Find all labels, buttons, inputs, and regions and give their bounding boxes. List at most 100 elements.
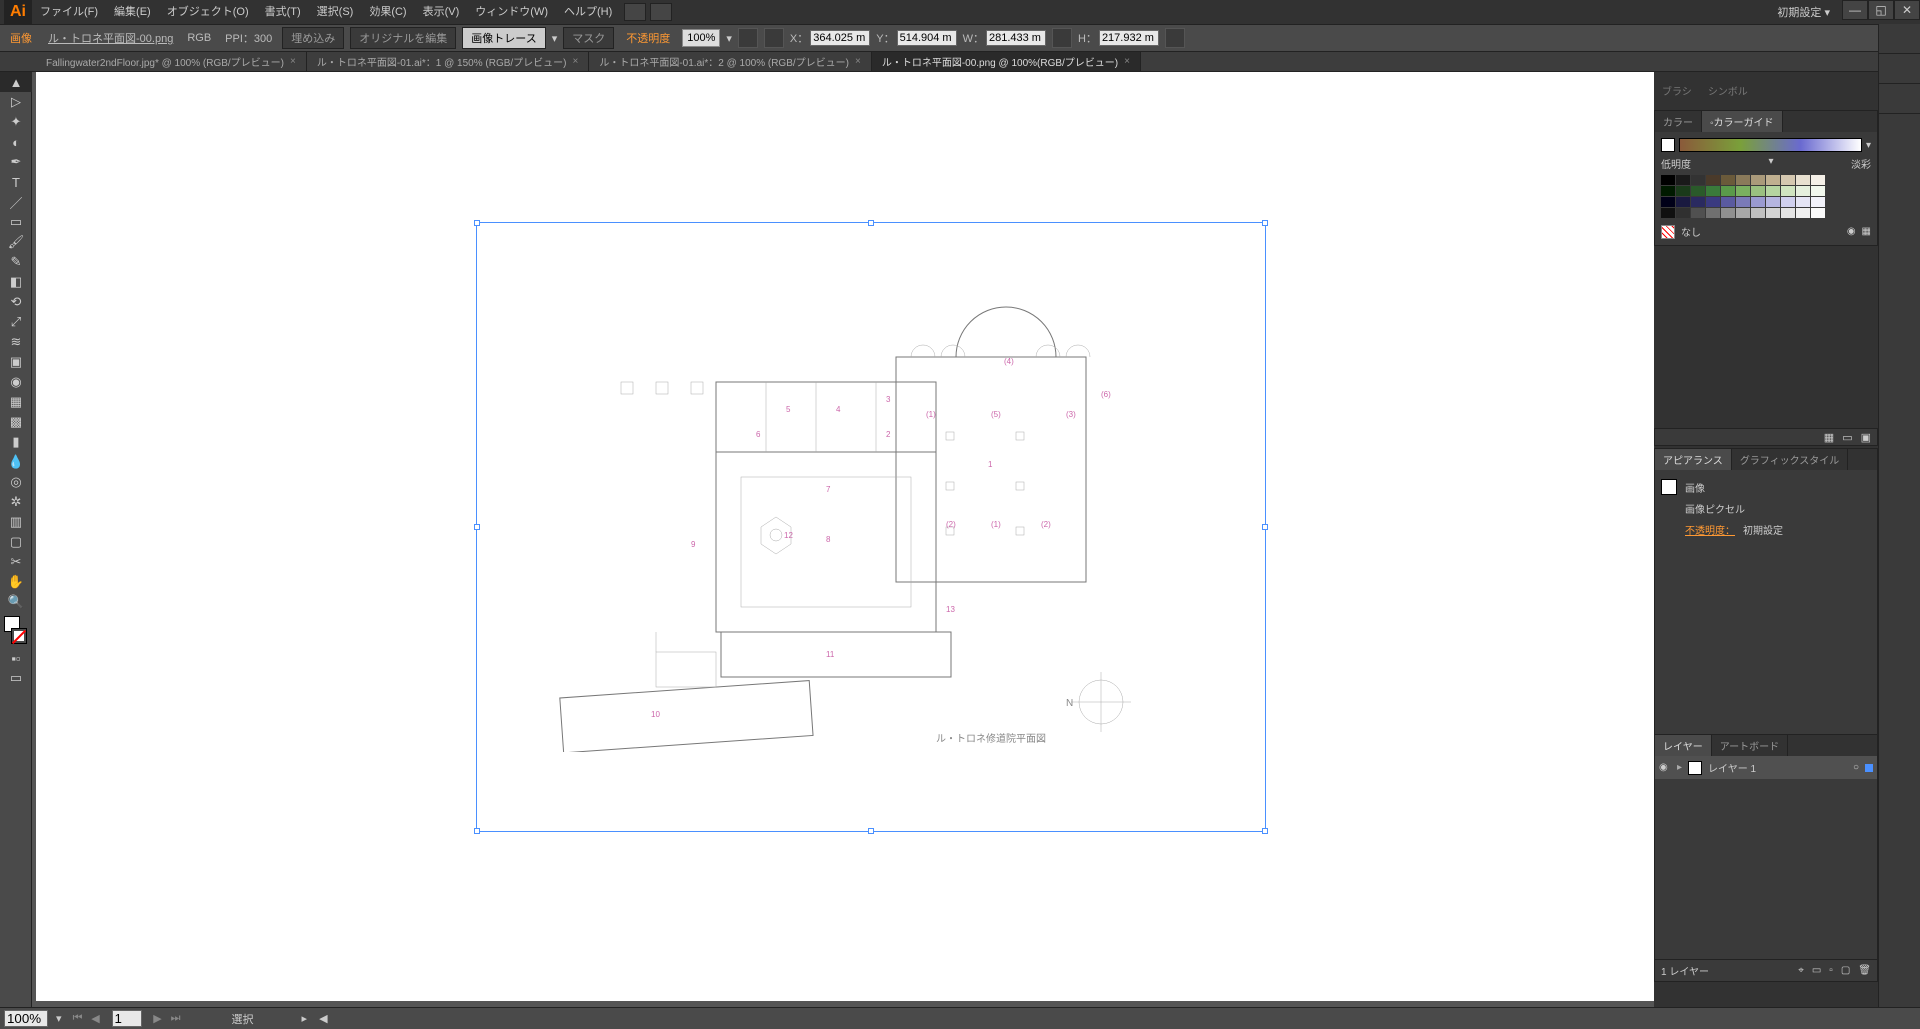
- pencil-tool[interactable]: ✎: [0, 252, 32, 272]
- menu-item[interactable]: 書式(T): [257, 0, 309, 24]
- recolor-icon[interactable]: ◉: [1847, 226, 1856, 237]
- layer-name[interactable]: レイヤー 1: [1708, 760, 1756, 775]
- layer-row[interactable]: ◉ ▸ レイヤー 1 ○: [1655, 756, 1877, 779]
- eraser-tool[interactable]: ◧: [0, 272, 32, 292]
- close-tab-icon[interactable]: ×: [1124, 56, 1130, 67]
- eyedropper-tool[interactable]: 💧: [0, 452, 32, 472]
- document-tab[interactable]: ル・トロネ平面図-01.ai*：1 @ 150% (RGB/プレビュー)×: [307, 52, 589, 71]
- menu-item[interactable]: 効果(C): [361, 0, 414, 24]
- new-layer-icon[interactable]: ▢: [1841, 965, 1850, 976]
- visibility-icon[interactable]: ◉: [1659, 762, 1671, 773]
- menu-item[interactable]: 表示(V): [415, 0, 468, 24]
- close-tab-icon[interactable]: ×: [855, 56, 861, 67]
- trace-dropdown-icon[interactable]: ▾: [552, 32, 558, 45]
- close-tab-icon[interactable]: ×: [290, 56, 296, 67]
- zoom-dropdown-icon[interactable]: ▾: [56, 1012, 62, 1025]
- symbol-sprayer-tool[interactable]: ✲: [0, 492, 32, 512]
- maximize-button[interactable]: ◱: [1868, 0, 1894, 20]
- status-dropdown-icon[interactable]: ▸: [302, 1012, 308, 1025]
- opacity-value[interactable]: 100%: [682, 29, 720, 47]
- opacity-dropdown-icon[interactable]: ▾: [726, 32, 732, 45]
- perspective-tool[interactable]: ▦: [0, 392, 32, 412]
- target-icon[interactable]: ○: [1853, 762, 1859, 773]
- document-tab[interactable]: Fallingwater2ndFloor.jpg* @ 100% (RGB/プレ…: [36, 52, 307, 71]
- panel-icon[interactable]: [1879, 24, 1920, 54]
- panel-tab[interactable]: シンボル: [1700, 80, 1756, 101]
- color-variations-grid[interactable]: [1661, 175, 1871, 218]
- document-tab[interactable]: ル・トロネ平面図-00.png @ 100%(RGB/プレビュー)×: [872, 52, 1141, 71]
- y-input[interactable]: [897, 30, 957, 46]
- fill-stroke-swatch[interactable]: [4, 616, 27, 644]
- save-group-icon[interactable]: ▦: [1862, 226, 1871, 237]
- menu-item[interactable]: ウィンドウ(W): [467, 0, 556, 24]
- transform-ref-icon[interactable]: [764, 28, 784, 48]
- screen-mode-icon[interactable]: ▭: [0, 668, 32, 688]
- slice-tool[interactable]: ✂: [0, 552, 32, 572]
- layout-toggle-icon[interactable]: [624, 3, 646, 21]
- document-tab[interactable]: ル・トロネ平面図-01.ai*：2 @ 100% (RGB/プレビュー)×: [589, 52, 871, 71]
- menu-item[interactable]: ヘルプ(H): [556, 0, 620, 24]
- panel-icon[interactable]: [1879, 54, 1920, 84]
- more-icon[interactable]: [1165, 28, 1185, 48]
- panel-tab[interactable]: ブラシ: [1654, 80, 1700, 101]
- zoom-input[interactable]: [4, 1010, 48, 1027]
- zoom-tool[interactable]: 🔍: [0, 592, 32, 612]
- panel-icon[interactable]: ▣: [1861, 431, 1871, 444]
- panel-tab[interactable]: ◦カラーガイド: [1702, 111, 1783, 132]
- selection-tool[interactable]: ▲: [0, 72, 32, 92]
- trash-icon[interactable]: 🗑: [1858, 965, 1871, 976]
- resize-handle[interactable]: [474, 220, 480, 226]
- panel-tab[interactable]: レイヤー: [1655, 735, 1712, 756]
- panel-tab[interactable]: グラフィックスタイル: [1732, 449, 1849, 470]
- base-color-swatch[interactable]: [1661, 138, 1675, 152]
- image-trace-button[interactable]: 画像トレース: [462, 27, 545, 49]
- color-mode-icon[interactable]: ▪▫: [0, 648, 32, 668]
- harmony-bar[interactable]: [1679, 138, 1862, 152]
- free-transform-tool[interactable]: ▣: [0, 352, 32, 372]
- linked-file-name[interactable]: ル・トロネ平面図-00.png: [44, 30, 177, 46]
- expand-icon[interactable]: ▸: [1677, 762, 1682, 773]
- panel-icon[interactable]: ▭: [1842, 431, 1852, 444]
- lasso-tool[interactable]: ◐: [0, 132, 32, 152]
- blend-tool[interactable]: ◎: [0, 472, 32, 492]
- close-button[interactable]: ✕: [1894, 0, 1920, 20]
- rotate-tool[interactable]: ⟲: [0, 292, 32, 312]
- dropdown-icon[interactable]: ▾: [1768, 156, 1773, 171]
- resize-handle[interactable]: [868, 828, 874, 834]
- embed-button[interactable]: 埋め込み: [282, 27, 344, 49]
- resize-handle[interactable]: [474, 524, 480, 530]
- pen-tool[interactable]: ✒: [0, 152, 32, 172]
- scale-tool[interactable]: ⤢: [0, 312, 32, 332]
- h-input[interactable]: [1099, 30, 1159, 46]
- locate-icon[interactable]: ⌖: [1798, 965, 1804, 976]
- layout-toggle2-icon[interactable]: [650, 3, 672, 21]
- menu-item[interactable]: ファイル(F): [32, 0, 106, 24]
- minimize-button[interactable]: —: [1842, 0, 1868, 20]
- gradient-tool[interactable]: ▮: [0, 432, 32, 452]
- scroll-left-icon[interactable]: ◀: [319, 1012, 327, 1025]
- first-artboard-button[interactable]: ⏮: [70, 1012, 86, 1025]
- shape-builder-tool[interactable]: ◉: [0, 372, 32, 392]
- align-icon[interactable]: [738, 28, 758, 48]
- width-tool[interactable]: ≋: [0, 332, 32, 352]
- next-artboard-button[interactable]: ▶: [150, 1012, 166, 1025]
- graph-tool[interactable]: ▥: [0, 512, 32, 532]
- menu-item[interactable]: 編集(E): [106, 0, 159, 24]
- none-swatch-icon[interactable]: [1661, 225, 1675, 239]
- magic-wand-tool[interactable]: ✦: [0, 112, 32, 132]
- resize-handle[interactable]: [868, 220, 874, 226]
- canvas[interactable]: N 1 2 3 4 5 6 7 8 9 10 11 12 13 (1) (1) …: [36, 72, 1654, 1001]
- link-wh-icon[interactable]: [1052, 28, 1072, 48]
- panel-tab[interactable]: アートボード: [1712, 735, 1788, 756]
- artboard-number-input[interactable]: [112, 1010, 142, 1027]
- panel-tab[interactable]: カラー: [1655, 111, 1702, 132]
- mesh-tool[interactable]: ▩: [0, 412, 32, 432]
- menu-item[interactable]: 選択(S): [309, 0, 362, 24]
- panel-icon[interactable]: ▦: [1824, 431, 1834, 444]
- menu-item[interactable]: オブジェクト(O): [159, 0, 257, 24]
- type-tool[interactable]: T: [0, 172, 32, 192]
- resize-handle[interactable]: [1262, 524, 1268, 530]
- workspace-selector[interactable]: 初期設定 ▾: [1777, 4, 1830, 20]
- line-tool[interactable]: ／: [0, 192, 32, 212]
- last-artboard-button[interactable]: ⏭: [168, 1012, 184, 1025]
